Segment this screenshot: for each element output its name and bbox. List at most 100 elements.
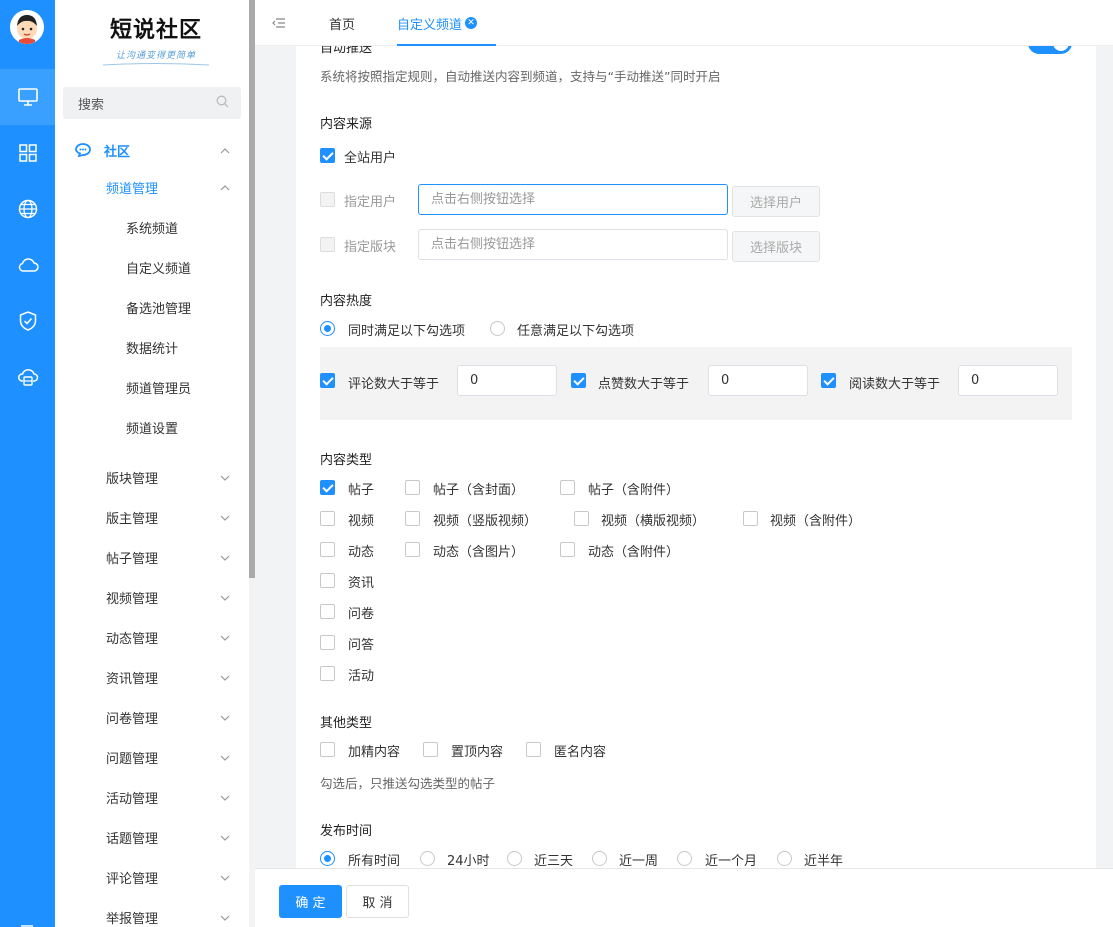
specified-board-input[interactable] [418,229,728,260]
type-qa-checkbox[interactable] [320,635,335,650]
search-icon[interactable] [216,95,229,112]
sidebar-item-community[interactable]: 社区 [55,132,245,168]
publish-time-3days-radio[interactable] [507,851,522,866]
chevron-down-icon [219,512,231,522]
type-news-checkbox[interactable] [320,573,335,588]
monitor-icon[interactable] [0,69,55,125]
sidebar-item-moderator-management[interactable]: 版主管理 [55,499,245,535]
comments-label: 评论数大于等于 [348,377,440,392]
sidebar-item-news-management[interactable]: 资讯管理 [55,659,245,695]
type-qa-label: 问答 [348,638,375,653]
heat-mode-all-radio[interactable] [320,321,335,336]
type-post-cover-checkbox[interactable] [405,480,420,495]
sidebar-item-label: 社区 [104,144,131,160]
type-moment-image-label: 动态（含图片） [433,545,525,560]
shield-icon[interactable] [0,293,55,349]
menu-icon[interactable] [16,919,38,927]
sidebar-item-post-management[interactable]: 帖子管理 [55,539,245,575]
select-users-button[interactable]: 选择用户 [732,186,820,217]
close-icon[interactable]: ✕ [465,17,478,29]
globe-icon[interactable] [0,181,55,237]
auto-push-label: 自动推送 [320,46,373,56]
publish-time-week-radio[interactable] [592,851,607,866]
logo: 短说社区 让沟通变得更简单 [101,12,211,72]
type-video-vertical-checkbox[interactable] [405,511,420,526]
specified-board-label: 指定版块 [344,240,397,255]
type-moment-attachment-checkbox[interactable] [560,542,575,557]
all-users-checkbox[interactable] [320,148,335,163]
type-post-attachment-checkbox[interactable] [560,480,575,495]
comments-input[interactable] [457,365,557,396]
type-video-attachment-checkbox[interactable] [743,511,758,526]
all-users-label: 全站用户 [344,151,397,166]
sidebar-item-label: 系统频道 [126,221,179,237]
chevron-down-icon [219,472,231,482]
sidebar-subitem-candidate-pool[interactable]: 备选池管理 [55,289,245,325]
type-video-checkbox[interactable] [320,511,335,526]
sidebar-subitem-statistics[interactable]: 数据统计 [55,329,245,365]
sidebar-item-label: 问题管理 [106,751,159,767]
specified-users-checkbox[interactable] [320,192,335,207]
anonymous-checkbox[interactable] [526,742,541,757]
chevron-down-icon [219,712,231,722]
sidebar-item-topic-management[interactable]: 话题管理 [55,819,245,855]
comments-checkbox[interactable] [320,373,335,388]
cancel-button[interactable]: 取 消 [346,885,409,918]
type-event-checkbox[interactable] [320,666,335,681]
specified-board-checkbox[interactable] [320,237,335,252]
sidebar-subitem-channel-admins[interactable]: 频道管理员 [55,369,245,405]
channel-form: 自动推送 系统将按照指定规则，自动推送内容到频道，支持与“手动推送”同时开启 内… [296,46,1096,868]
likes-input[interactable] [708,365,808,396]
publish-time-halfyear-label: 近半年 [804,854,844,868]
sidebar-item-channel-management[interactable]: 频道管理 [55,169,245,205]
type-moment-checkbox[interactable] [320,542,335,557]
confirm-button[interactable]: 确 定 [279,885,342,918]
sidebar-subitem-custom-channel[interactable]: 自定义频道 [55,249,245,285]
featured-checkbox[interactable] [320,742,335,757]
sidebar-item-question-management[interactable]: 问题管理 [55,739,245,775]
sidebar-item-survey-management[interactable]: 问卷管理 [55,699,245,735]
sidebar-item-report-management[interactable]: 举报管理 [55,899,245,927]
publish-time-month-radio[interactable] [677,851,692,866]
search-input[interactable]: 搜索 [63,87,241,119]
auto-push-hint: 系统将按照指定规则，自动推送内容到频道，支持与“手动推送”同时开启 [320,69,721,84]
collapse-menu-icon[interactable] [272,16,286,30]
tab-custom-channel[interactable]: 自定义频道 ✕ [397,0,496,46]
sidebar-item-label: 动态管理 [106,631,159,647]
cloud-icon[interactable] [0,237,55,293]
specified-users-input[interactable] [418,184,728,215]
likes-checkbox[interactable] [571,373,586,388]
publish-time-24h-radio[interactable] [420,851,435,866]
grid-icon[interactable] [0,125,55,181]
select-board-button[interactable]: 选择版块 [732,231,820,262]
publish-time-month-label: 近一个月 [705,854,758,868]
sidebar-item-board-management[interactable]: 版块管理 [55,459,245,495]
type-post-checkbox[interactable] [320,480,335,495]
auto-push-toggle[interactable] [1028,46,1072,54]
heat-mode-any-radio[interactable] [490,321,505,336]
sidebar-item-comment-management[interactable]: 评论管理 [55,859,245,895]
type-video-horizontal-checkbox[interactable] [574,511,589,526]
publish-time-all-radio[interactable] [320,851,335,866]
chevron-down-icon [219,912,231,922]
sidebar-item-event-management[interactable]: 活动管理 [55,779,245,815]
sidebar-item-label: 频道设置 [126,421,179,437]
cloud-database-icon[interactable] [0,349,55,405]
publish-time-3days-label: 近三天 [534,854,574,868]
type-moment-image-checkbox[interactable] [405,542,420,557]
sidebar-item-label: 举报管理 [106,911,159,927]
pinned-checkbox[interactable] [423,742,438,757]
publish-time-halfyear-radio[interactable] [777,851,792,866]
sidebar-item-video-management[interactable]: 视频管理 [55,579,245,615]
sidebar-subitem-system-channel[interactable]: 系统频道 [55,209,245,245]
user-avatar[interactable] [10,10,44,44]
type-post-cover-label: 帖子（含封面） [433,483,525,498]
sidebar-subitem-channel-settings[interactable]: 频道设置 [55,409,245,445]
views-checkbox[interactable] [821,373,836,388]
type-survey-checkbox[interactable] [320,604,335,619]
views-input[interactable] [958,365,1058,396]
pinned-label: 置顶内容 [451,745,504,760]
sidebar-item-moment-management[interactable]: 动态管理 [55,619,245,655]
type-post-label: 帖子 [348,483,375,498]
tab-home[interactable]: 首页 [329,0,355,46]
